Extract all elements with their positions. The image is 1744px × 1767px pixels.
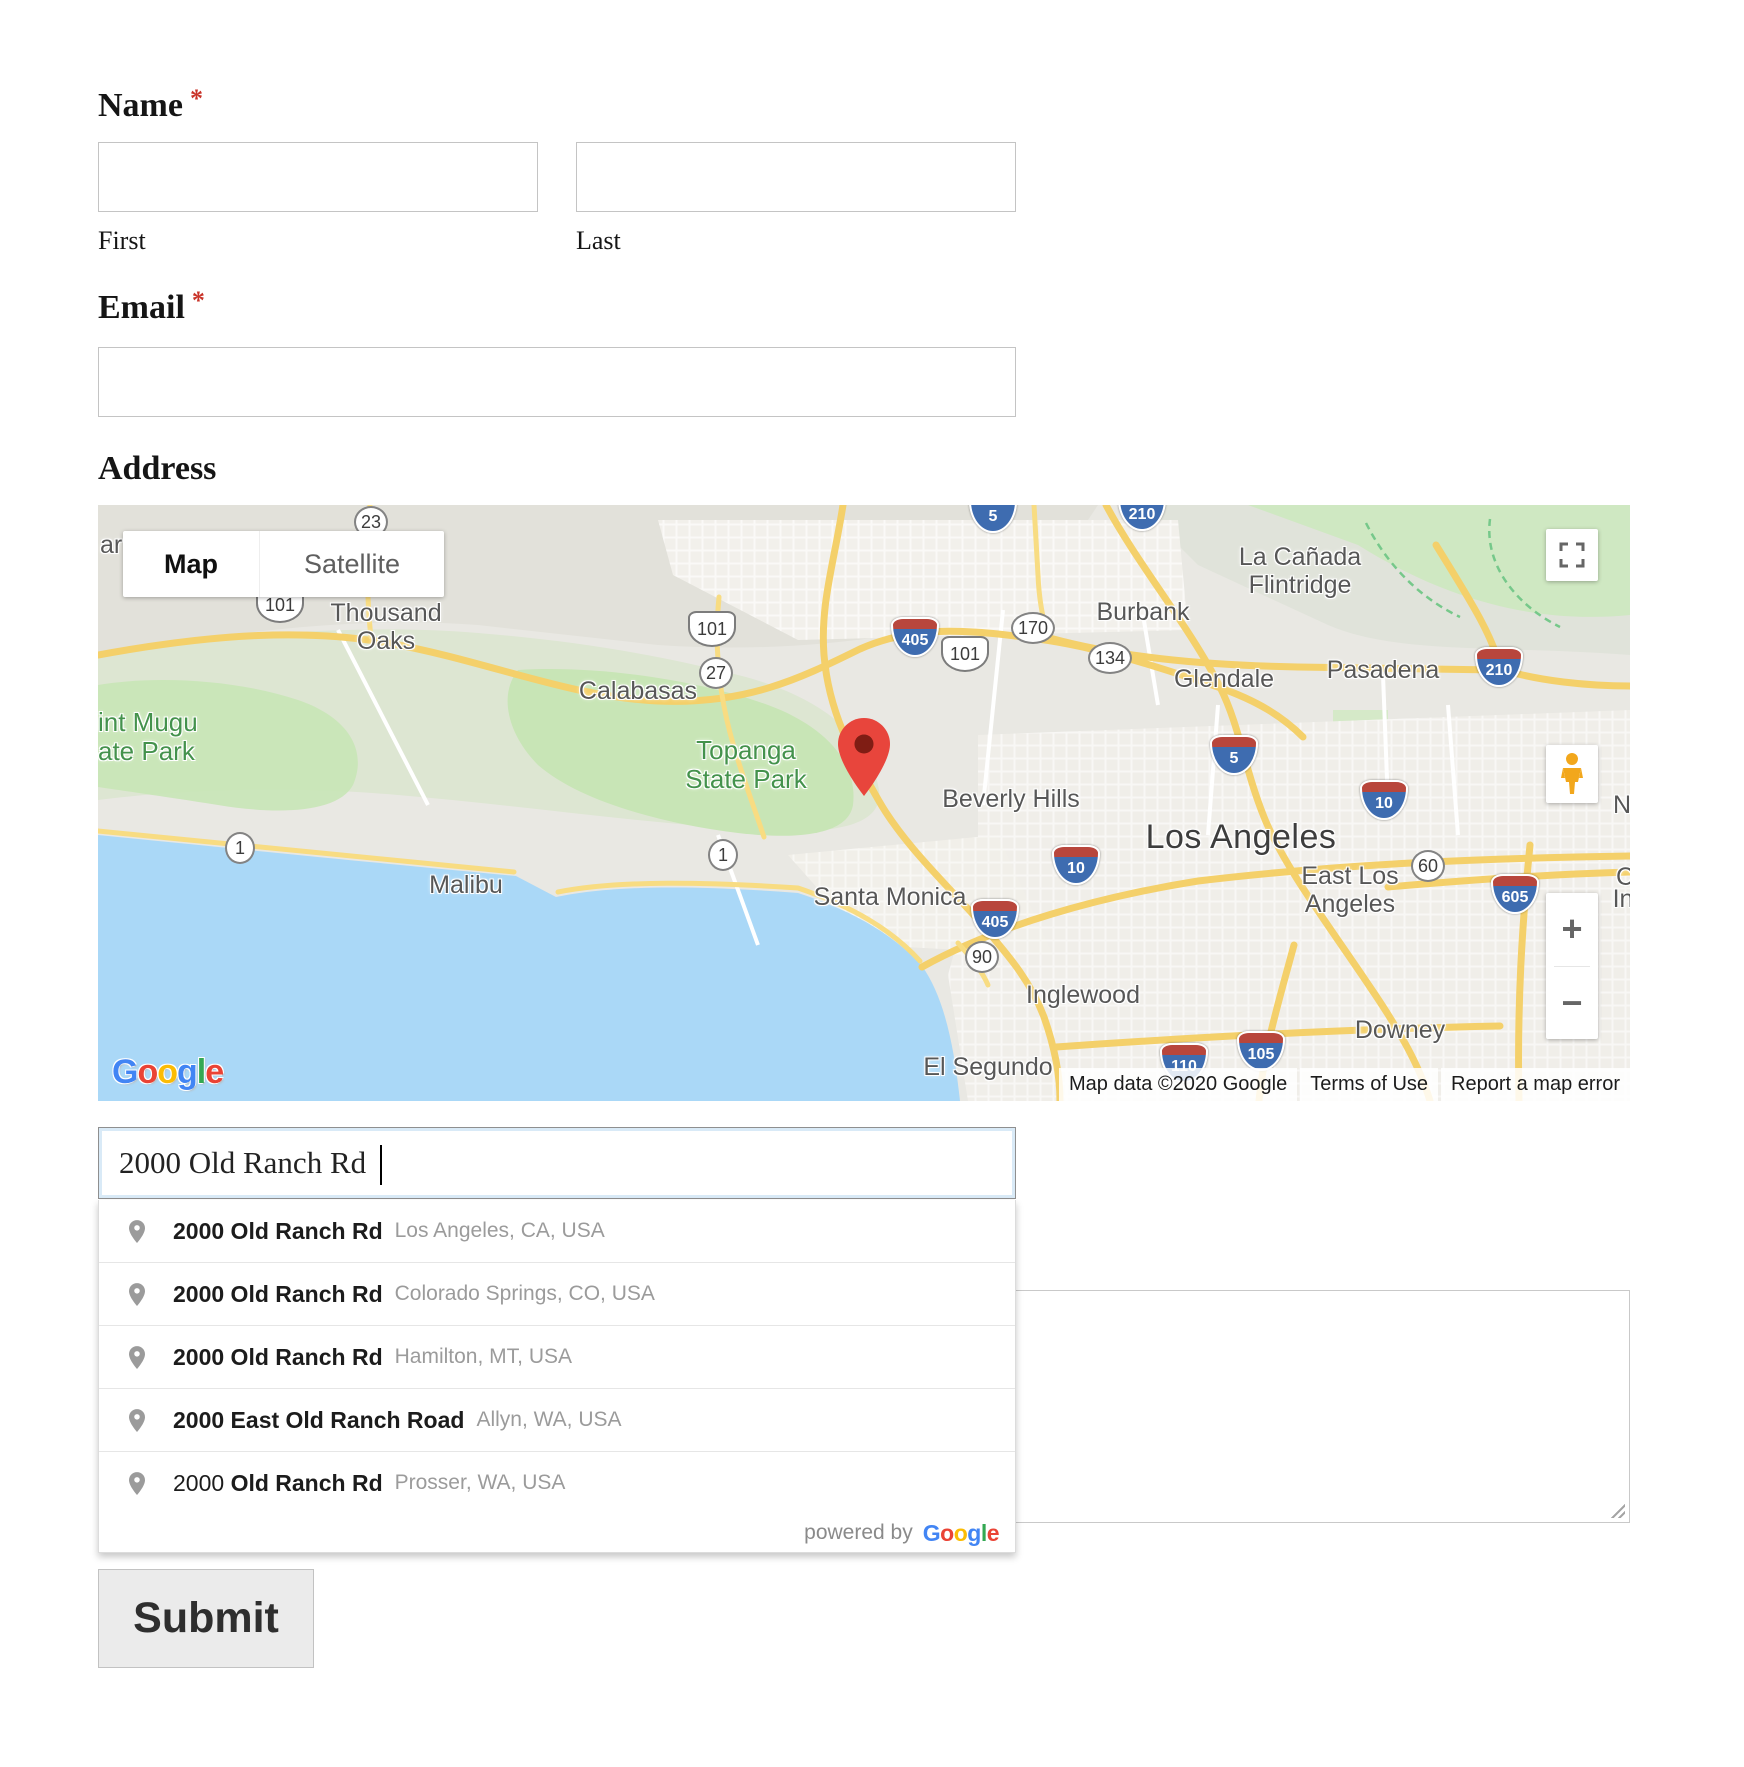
first-sublabel: First — [98, 226, 146, 256]
autocomplete-item[interactable]: 2000 Old Ranch Rd Prosser, WA, USA — [99, 1451, 1015, 1514]
map-label-city: El Segundo — [923, 1053, 1052, 1081]
map-pin-icon — [129, 1409, 145, 1432]
route-shield: 90 — [965, 941, 999, 973]
autocomplete-item-prefix: 2000 — [173, 1470, 231, 1497]
zoom-out-button[interactable]: − — [1546, 967, 1598, 1040]
route-shield: 1 — [708, 839, 738, 871]
map-label-frag: N — [1613, 791, 1630, 819]
last-sublabel: Last — [576, 226, 621, 256]
last-name-input[interactable] — [576, 142, 1016, 212]
autocomplete-item[interactable]: 2000 Old Ranch Rd Hamilton, MT, USA — [99, 1325, 1015, 1388]
text-caret — [380, 1145, 382, 1185]
map-label-city: Calabasas — [579, 677, 697, 705]
first-name-input[interactable] — [98, 142, 538, 212]
route-shield: 60 — [1411, 850, 1445, 882]
map-label-city: Pasadena — [1327, 656, 1440, 684]
map-label-city: Glendale — [1174, 665, 1274, 693]
pegman-icon — [1559, 752, 1585, 796]
map-label-city: Beverly Hills — [942, 785, 1080, 813]
map-label-park: Topanga State Park — [685, 736, 806, 794]
route-shield: 170 — [1011, 612, 1055, 644]
map-pin-icon — [129, 1472, 145, 1495]
map-label-frag: In — [1613, 885, 1630, 913]
email-label: Email* — [98, 286, 205, 327]
autocomplete-item-main: 2000 Old Ranch Rd — [173, 1281, 383, 1308]
autocomplete-item-main: 2000 East Old Ranch Road — [173, 1407, 464, 1434]
autocomplete-item-main: 2000 Old Ranch Rd — [173, 1218, 383, 1245]
google-logo[interactable]: Google — [112, 1053, 223, 1092]
email-label-text: Email — [98, 289, 185, 326]
map-type-map-button[interactable]: Map — [123, 531, 259, 597]
autocomplete-item[interactable]: 2000 East Old Ranch Road Allyn, WA, USA — [99, 1388, 1015, 1451]
autocomplete-item[interactable]: 2000 Old Ranch Rd Colorado Springs, CO, U… — [99, 1262, 1015, 1325]
google-logo-letter: e — [205, 1053, 223, 1091]
autocomplete-item-secondary: Hamilton, MT, USA — [395, 1345, 572, 1369]
zoom-control: + − — [1546, 893, 1598, 1039]
fullscreen-button[interactable] — [1546, 529, 1598, 581]
map-pin-icon — [129, 1220, 145, 1243]
map-label-park: int Mugu ate Park — [98, 708, 198, 766]
address-input[interactable] — [98, 1127, 1016, 1199]
pegman-button[interactable] — [1546, 745, 1598, 803]
autocomplete-footer: powered by Google — [99, 1514, 1015, 1552]
map-label-city: Downey — [1355, 1016, 1445, 1044]
route-shield: 1 — [225, 832, 255, 864]
fullscreen-icon — [1557, 540, 1587, 570]
google-logo-letter: G — [112, 1053, 137, 1091]
google-logo-letter: o — [954, 1520, 968, 1546]
google-logo-letter: l — [197, 1053, 205, 1091]
map-pin-icon — [129, 1283, 145, 1306]
map-label-city: Malibu — [429, 871, 503, 899]
google-logo-letter: o — [157, 1053, 177, 1091]
page: Name* First Last Email* Address — [0, 0, 1744, 1767]
name-label: Name* — [98, 84, 203, 125]
map-attribution: Map data ©2020 Google Terms of Use Repor… — [1056, 1068, 1630, 1101]
map-location-marker — [838, 715, 890, 801]
zoom-in-button[interactable]: + — [1546, 893, 1598, 966]
map-label-city: Santa Monica — [814, 883, 967, 911]
map-label-city: Inglewood — [1026, 981, 1140, 1009]
submit-button[interactable]: Submit — [98, 1569, 314, 1668]
map-label-city: La Cañada Flintridge — [1239, 543, 1361, 599]
required-asterisk: * — [190, 84, 203, 113]
map-label-city: Burbank — [1096, 598, 1189, 626]
map-type-satellite-button[interactable]: Satellite — [259, 531, 444, 597]
autocomplete-list: 2000 Old Ranch RdLos Angeles, CA, USA200… — [99, 1200, 1015, 1514]
google-logo-letter: G — [923, 1520, 940, 1546]
autocomplete-item-secondary: Los Angeles, CA, USA — [395, 1219, 605, 1243]
map-label-city: East Los Angeles — [1301, 862, 1398, 918]
map-label-big: Los Angeles — [1146, 818, 1337, 856]
google-logo-letter: e — [987, 1520, 999, 1546]
autocomplete-item-secondary: Allyn, WA, USA — [476, 1408, 621, 1432]
report-map-error-link[interactable]: Report a map error — [1441, 1068, 1630, 1101]
map-canvas[interactable]: ar Thousand Oaks Calabasas int Mugu ate Par… — [98, 505, 1630, 1101]
google-logo-letter: o — [137, 1053, 157, 1091]
terms-of-use-link[interactable]: Terms of Use — [1300, 1068, 1438, 1101]
google-logo-letter: g — [967, 1520, 981, 1546]
autocomplete-dropdown: 2000 Old Ranch RdLos Angeles, CA, USA200… — [98, 1200, 1016, 1553]
required-asterisk: * — [192, 286, 205, 315]
name-label-text: Name — [98, 87, 183, 124]
autocomplete-item-main: Old Ranch Rd — [231, 1470, 383, 1497]
map-data-attribution: Map data ©2020 Google — [1059, 1068, 1297, 1101]
address-label: Address — [98, 450, 216, 488]
autocomplete-item[interactable]: 2000 Old Ranch Rd Los Angeles, CA, USA — [99, 1200, 1015, 1262]
autocomplete-item-main: 2000 Old Ranch Rd — [173, 1344, 383, 1371]
google-logo: Google — [923, 1520, 999, 1547]
google-logo-letter: o — [940, 1520, 954, 1546]
google-logo-letter: g — [177, 1053, 197, 1091]
autocomplete-item-secondary: Colorado Springs, CO, USA — [395, 1282, 655, 1306]
map-type-control: Map Satellite — [123, 531, 444, 597]
map-label-frag: ar — [100, 531, 122, 559]
email-input[interactable] — [98, 347, 1016, 417]
map-pin-icon — [129, 1346, 145, 1369]
powered-by-text: powered by — [804, 1521, 913, 1545]
autocomplete-item-secondary: Prosser, WA, USA — [395, 1471, 566, 1495]
map-label-city: Thousand Oaks — [330, 599, 441, 655]
route-shield: 134 — [1088, 642, 1132, 674]
route-shield: 27 — [699, 657, 733, 689]
